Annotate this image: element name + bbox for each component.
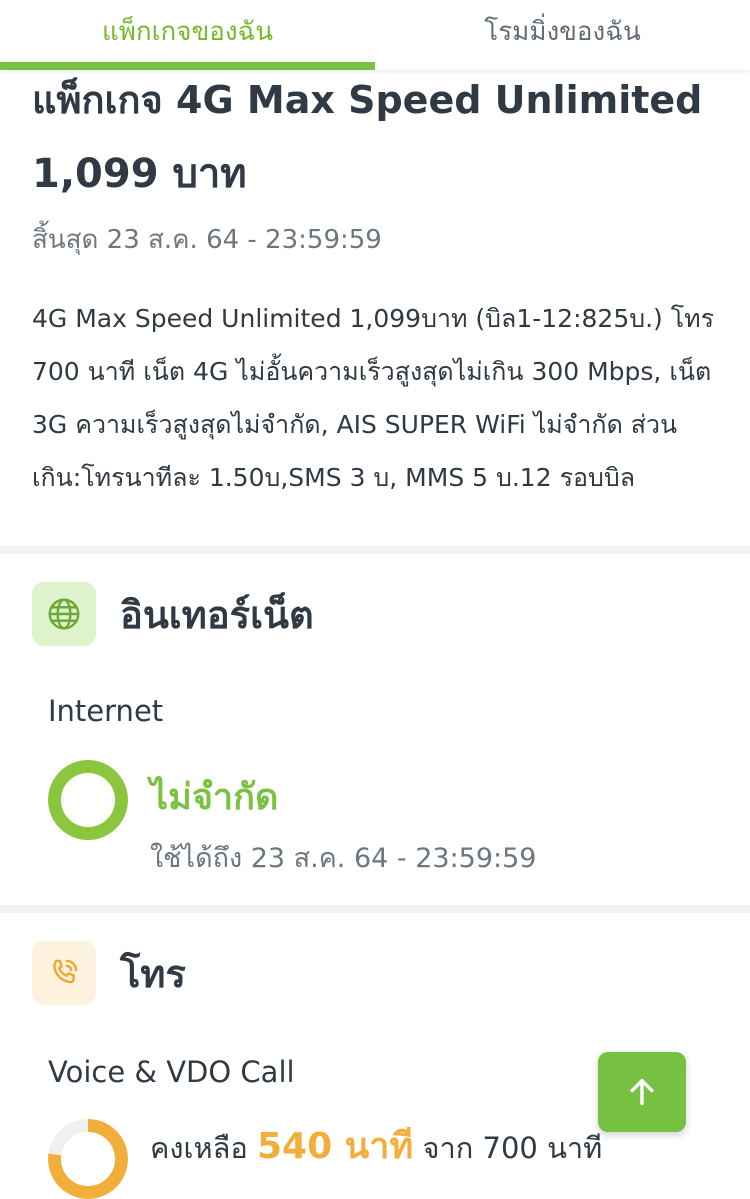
package-summary: แพ็กเกจ 4G Max Speed Unlimited 1,099 บาท… (32, 72, 722, 504)
arrow-up-icon (630, 1078, 654, 1106)
internet-section: อินเทอร์เน็ต Internet ไม่จำกัด ใช้ได้ถึง… (0, 554, 750, 904)
package-description-line: 700 นาที เน็ต 4G ไม่อั้นความเร็วสูงสุดไม… (32, 357, 712, 386)
package-description-line: 4G Max Speed Unlimited 1,099บาท (บิล1-12… (32, 304, 715, 333)
package-title: แพ็กเกจ 4G Max Speed Unlimited (32, 78, 703, 122)
tab-my-roaming[interactable]: โรมมิ่งของฉัน (375, 0, 750, 62)
call-remaining-suffix: จาก 700 นาที (422, 1131, 603, 1165)
call-remaining-value: 540 นาที (257, 1126, 414, 1167)
internet-section-header: อินเทอร์เน็ต (32, 582, 314, 646)
scroll-to-top-button[interactable] (598, 1052, 686, 1132)
package-description: 4G Max Speed Unlimited 1,099บาท (บิล1-12… (32, 292, 722, 504)
section-divider (0, 905, 750, 913)
tab-my-package[interactable]: แพ็กเกจของฉัน (0, 0, 375, 70)
call-remaining-text: คงเหลือ 540 นาที จาก 700 นาที (150, 1117, 602, 1174)
package-description-line: 3G ความเร็วสูงสุดไม่จำกัด, AIS SUPER WiF… (32, 410, 678, 439)
internet-section-title: อินเทอร์เน็ต (120, 592, 314, 637)
package-expire-date: สิ้นสุด 23 ส.ค. 64 - 23:59:59 (32, 225, 382, 255)
call-section-title: โทร (120, 951, 186, 996)
tab-bar: แพ็กเกจของฉัน โรมมิ่งของฉัน (0, 0, 750, 70)
internet-usage-ring (48, 760, 128, 840)
globe-icon (32, 582, 96, 646)
call-item-label: Voice & VDO Call (48, 1055, 295, 1089)
package-description-line: เกิน:โทรนาทีละ 1.50บ,SMS 3 บ, MMS 5 บ.12… (32, 463, 636, 492)
internet-valid-until: ใช้ได้ถึง 23 ส.ค. 64 - 23:59:59 (150, 843, 537, 874)
call-section-header: โทร (32, 941, 186, 1005)
section-divider (0, 546, 750, 554)
phone-call-icon (32, 941, 96, 1005)
internet-item-label: Internet (48, 694, 164, 728)
internet-status: ไม่จำกัด (150, 777, 279, 818)
call-remaining-prefix: คงเหลือ (150, 1131, 248, 1165)
call-usage-ring (48, 1119, 128, 1199)
package-price: 1,099 บาท (32, 151, 247, 197)
